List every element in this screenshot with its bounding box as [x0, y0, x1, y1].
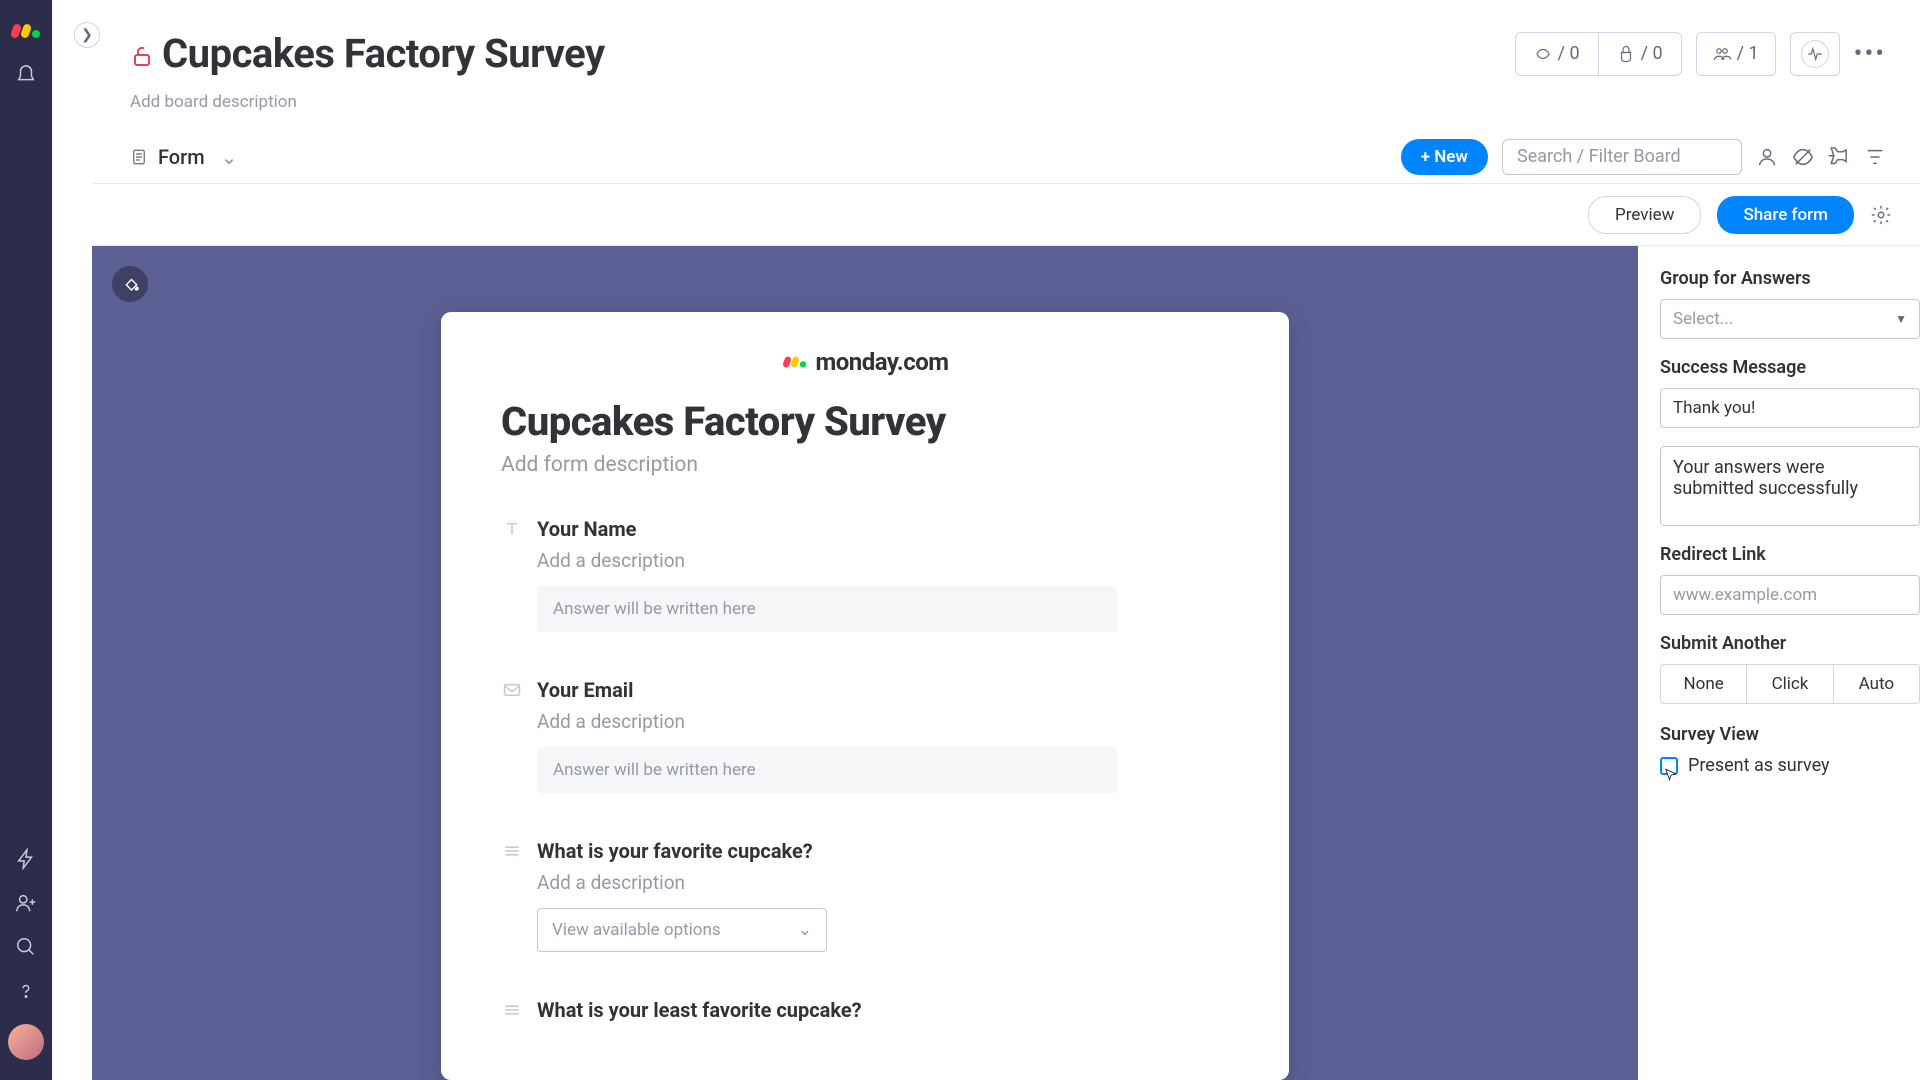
activity-icon [1806, 45, 1824, 63]
board-members[interactable]: / 1 [1696, 32, 1776, 76]
submit-option-auto[interactable]: Auto [1833, 665, 1919, 703]
members-icon [1713, 45, 1731, 63]
background-color-picker[interactable] [112, 266, 148, 302]
redirect-link-input[interactable]: www.example.com [1660, 575, 1920, 615]
field-description[interactable]: Add a description [537, 871, 1229, 894]
cursor-icon [1662, 765, 1680, 787]
group-for-answers-select[interactable]: Select... ▼ [1660, 299, 1920, 339]
automations-count[interactable]: / 0 [1516, 33, 1598, 75]
board-search-input[interactable]: Search / Filter Board [1502, 139, 1742, 175]
integrations-count-text: / 0 [1641, 43, 1663, 64]
field-select[interactable]: View available options ⌄ [537, 908, 827, 952]
field-answer-placeholder: Answer will be written here [537, 747, 1117, 793]
integrations-icon [1617, 45, 1635, 63]
form-view-icon [130, 148, 148, 166]
automations-icon [1534, 45, 1552, 63]
left-nav-rail [0, 0, 52, 1080]
email-field-icon [501, 683, 523, 697]
settings-survey-view-label: Survey View [1660, 724, 1920, 745]
form-card: monday.com Cupcakes Factory Survey Add f… [441, 312, 1289, 1080]
members-count-text: / 1 [1737, 43, 1759, 64]
preview-button[interactable]: Preview [1588, 196, 1701, 234]
search-icon[interactable] [15, 936, 37, 958]
automations-integrations-pill: / 0 / 0 [1515, 32, 1682, 76]
brand-text: monday.com [815, 348, 948, 376]
view-tab-caret-icon: ⌄ [221, 145, 238, 169]
settings-group-label: Group for Answers [1660, 268, 1920, 289]
select-placeholder: Select... [1673, 309, 1733, 329]
field-label: Your Name [537, 517, 636, 541]
form-actions-bar: Preview Share form [92, 184, 1920, 246]
form-title[interactable]: Cupcakes Factory Survey [501, 398, 1229, 445]
settings-redirect-label: Redirect Link [1660, 544, 1920, 565]
form-field[interactable]: Your Email Add a description Answer will… [501, 678, 1229, 793]
user-avatar[interactable] [8, 1024, 44, 1060]
chevron-down-icon: ▼ [1895, 312, 1907, 326]
field-description[interactable]: Add a description [537, 710, 1229, 733]
form-builder-canvas: monday.com Cupcakes Factory Survey Add f… [92, 246, 1638, 1080]
form-description-placeholder[interactable]: Add form description [501, 453, 1229, 477]
integrations-count[interactable]: / 0 [1598, 33, 1681, 75]
invite-members-icon[interactable] [15, 892, 37, 914]
view-tab-label: Form [158, 145, 205, 169]
help-icon[interactable] [15, 980, 37, 1002]
text-field-icon [501, 520, 523, 538]
views-bar: Form ⌄ + New Search / Filter Board [92, 130, 1920, 184]
person-filter-icon[interactable] [1756, 146, 1778, 168]
success-body-input[interactable]: Your answers were submitted successfully [1660, 446, 1920, 526]
bolt-icon[interactable] [15, 848, 37, 870]
board-options-menu[interactable]: ••• [1854, 39, 1886, 69]
submit-option-none[interactable]: None [1661, 665, 1746, 703]
share-form-button[interactable]: Share form [1717, 196, 1854, 234]
board-title[interactable]: Cupcakes Factory Survey [162, 30, 605, 77]
field-description[interactable]: Add a description [537, 549, 1229, 572]
field-label: What is your least favorite cupcake? [537, 998, 862, 1022]
form-field[interactable]: Your Name Add a description Answer will … [501, 517, 1229, 632]
success-title-input[interactable]: Thank you! [1660, 388, 1920, 428]
present-as-survey-label: Present as survey [1688, 755, 1830, 776]
pin-icon[interactable] [1828, 146, 1850, 168]
search-placeholder-text: Search / Filter Board [1517, 146, 1681, 167]
monday-logo-icon[interactable] [12, 20, 40, 42]
settings-success-label: Success Message [1660, 357, 1920, 378]
settings-submit-another-label: Submit Another [1660, 633, 1920, 654]
field-label: What is your favorite cupcake? [537, 839, 813, 863]
form-field[interactable]: What is your least favorite cupcake? [501, 998, 1229, 1022]
select-placeholder: View available options [552, 920, 721, 940]
submit-another-segment: None Click Auto [1660, 664, 1920, 704]
filter-icon[interactable] [1864, 146, 1886, 168]
dropdown-field-icon [501, 1003, 523, 1017]
hide-columns-icon[interactable] [1792, 146, 1814, 168]
private-board-icon [130, 44, 154, 68]
monday-logo-icon [784, 353, 806, 371]
chevron-down-icon: ⌄ [798, 920, 812, 940]
automations-count-text: / 0 [1558, 43, 1580, 64]
submit-option-click[interactable]: Click [1746, 665, 1832, 703]
form-brand[interactable]: monday.com [501, 348, 1229, 376]
dropdown-field-icon [501, 844, 523, 858]
form-settings-panel: Group for Answers Select... ▼ Success Me… [1638, 246, 1920, 1080]
paint-bucket-icon [121, 275, 139, 293]
board-description-placeholder[interactable]: Add board description [130, 92, 297, 112]
view-tab-form[interactable]: Form ⌄ [130, 145, 237, 169]
activity-log-button[interactable] [1790, 32, 1840, 76]
form-settings-icon[interactable] [1870, 204, 1892, 226]
form-field[interactable]: What is your favorite cupcake? Add a des… [501, 839, 1229, 952]
add-view-button[interactable]: + New [1401, 139, 1488, 175]
board-header: Cupcakes Factory Survey / 0 / 0 / 1 ••• [92, 0, 1920, 85]
field-label: Your Email [537, 678, 633, 702]
notifications-icon[interactable] [15, 64, 37, 86]
field-answer-placeholder: Answer will be written here [537, 586, 1117, 632]
